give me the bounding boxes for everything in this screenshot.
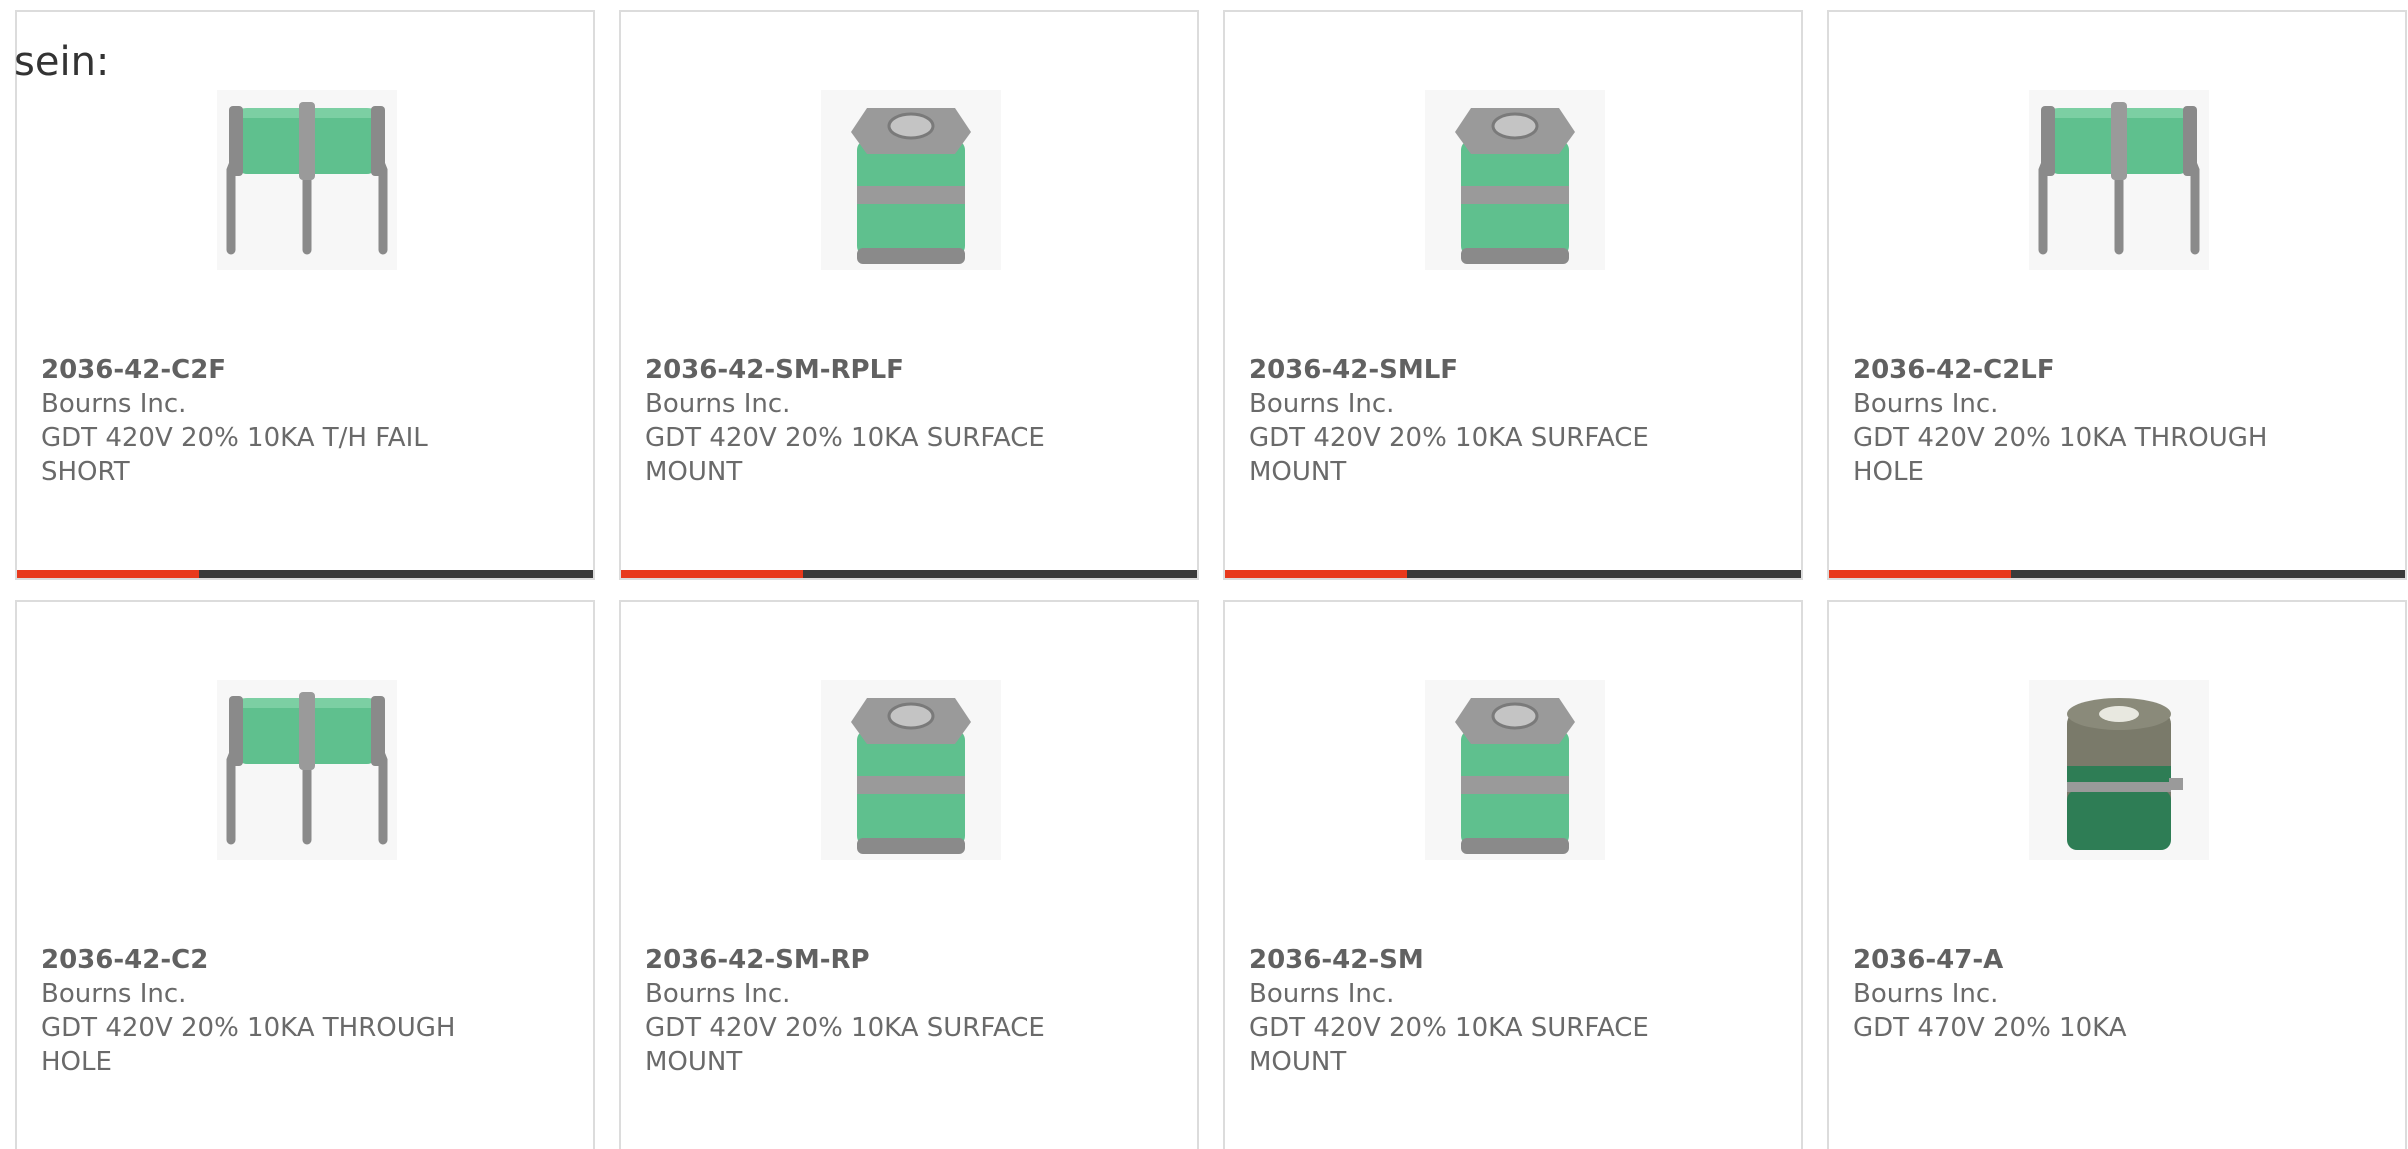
product-card[interactable]: 2036-42-SMLF Bourns Inc. GDT 420V 20% 10…	[1223, 10, 1803, 580]
product-manufacturer: Bourns Inc.	[645, 979, 791, 1009]
product-grid-page: 2036-42-C2F Bourns Inc. GDT 420V 20% 10K…	[0, 0, 2408, 1149]
card-accent-bar	[1829, 570, 2011, 578]
card-bottom-bar	[17, 570, 593, 578]
product-description: GDT 420V 20% 10KA SURFACE MOUNT	[1249, 1013, 1649, 1077]
product-manufacturer: Bourns Inc.	[1853, 389, 1999, 419]
three-lead-gdt-icon	[207, 670, 407, 870]
product-description: GDT 420V 20% 10KA SURFACE MOUNT	[645, 423, 1045, 487]
card-accent-bar	[621, 570, 803, 578]
product-description: GDT 420V 20% 10KA SURFACE MOUNT	[1249, 423, 1649, 487]
product-image[interactable]	[1415, 80, 1615, 280]
product-manufacturer: Bourns Inc.	[1249, 389, 1395, 419]
product-image[interactable]	[1415, 670, 1615, 870]
card-bar-rest	[199, 570, 593, 578]
product-description: GDT 470V 20% 10KA	[1853, 1013, 2127, 1043]
product-grid: 2036-42-C2F Bourns Inc. GDT 420V 20% 10K…	[15, 10, 2407, 1149]
card-accent-bar	[1225, 570, 1407, 578]
product-card[interactable]: 2036-42-C2F Bourns Inc. GDT 420V 20% 10K…	[15, 10, 595, 580]
product-card[interactable]: 2036-42-C2LF Bourns Inc. GDT 420V 20% 10…	[1827, 10, 2407, 580]
product-description: GDT 420V 20% 10KA T/H FAIL SHORT	[41, 423, 428, 487]
product-card[interactable]: 2036-42-SM-RPLF Bourns Inc. GDT 420V 20%…	[619, 10, 1199, 580]
surface-mount-gdt-icon	[811, 80, 1011, 280]
intro-text: sein:	[14, 39, 110, 85]
compact-gdt-icon	[2019, 670, 2219, 870]
product-card[interactable]: 2036-42-SM-RP Bourns Inc. GDT 420V 20% 1…	[619, 600, 1199, 1149]
product-manufacturer: Bourns Inc.	[1249, 979, 1395, 1009]
product-manufacturer: Bourns Inc.	[41, 979, 187, 1009]
product-part-number[interactable]: 2036-47-A	[1853, 944, 2003, 978]
product-image[interactable]	[811, 670, 1011, 870]
product-part-number[interactable]: 2036-42-SMLF	[1249, 354, 1458, 388]
card-bar-rest	[803, 570, 1197, 578]
product-manufacturer: Bourns Inc.	[645, 389, 791, 419]
product-part-number[interactable]: 2036-42-C2LF	[1853, 354, 2055, 388]
surface-mount-gdt-icon	[1415, 670, 1615, 870]
product-card[interactable]: 2036-42-C2 Bourns Inc. GDT 420V 20% 10KA…	[15, 600, 595, 1149]
card-bottom-bar	[621, 570, 1197, 578]
product-description: GDT 420V 20% 10KA THROUGH HOLE	[41, 1013, 456, 1077]
product-description: GDT 420V 20% 10KA SURFACE MOUNT	[645, 1013, 1045, 1077]
surface-mount-gdt-icon	[1415, 80, 1615, 280]
card-bottom-bar	[1829, 570, 2405, 578]
product-part-number[interactable]: 2036-42-SM	[1249, 944, 1424, 978]
product-manufacturer: Bourns Inc.	[41, 389, 187, 419]
product-image[interactable]	[207, 80, 407, 280]
product-description: GDT 420V 20% 10KA THROUGH HOLE	[1853, 423, 2268, 487]
product-image[interactable]	[2019, 670, 2219, 870]
three-lead-gdt-icon	[2019, 80, 2219, 280]
product-part-number[interactable]: 2036-42-SM-RPLF	[645, 354, 904, 388]
product-part-number[interactable]: 2036-42-C2F	[41, 354, 226, 388]
three-lead-gdt-icon	[207, 80, 407, 280]
card-bottom-bar	[1225, 570, 1801, 578]
surface-mount-gdt-icon	[811, 670, 1011, 870]
product-part-number[interactable]: 2036-42-C2	[41, 944, 208, 978]
card-accent-bar	[17, 570, 199, 578]
card-bar-rest	[1407, 570, 1801, 578]
product-image[interactable]	[811, 80, 1011, 280]
product-card[interactable]: 2036-42-SM Bourns Inc. GDT 420V 20% 10KA…	[1223, 600, 1803, 1149]
product-part-number[interactable]: 2036-42-SM-RP	[645, 944, 870, 978]
product-image[interactable]	[207, 670, 407, 870]
product-card[interactable]: 2036-47-A Bourns Inc. GDT 470V 20% 10KA	[1827, 600, 2407, 1149]
product-manufacturer: Bourns Inc.	[1853, 979, 1999, 1009]
card-bar-rest	[2011, 570, 2405, 578]
product-image[interactable]	[2019, 80, 2219, 280]
